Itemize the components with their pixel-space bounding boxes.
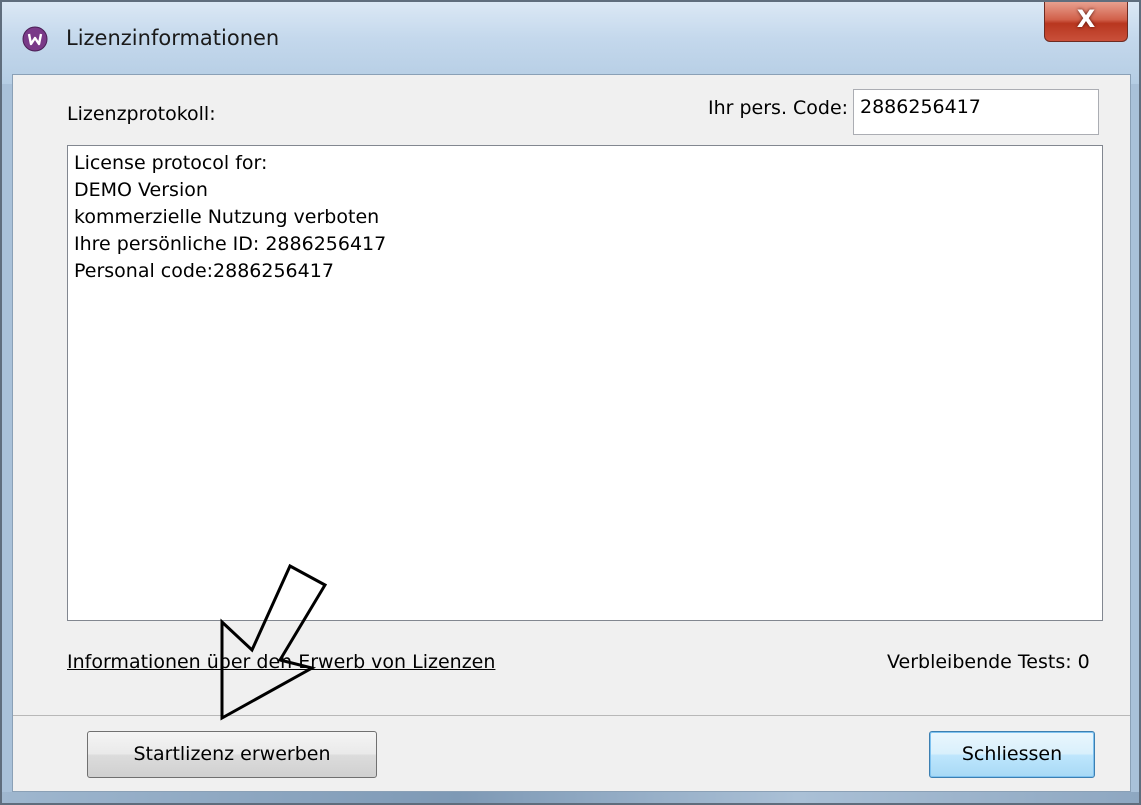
remaining-tests-label: Verbleibende Tests: 0 [887,651,1090,673]
app-logo-icon [22,26,48,52]
protocol-line: kommerzielle Nutzung verboten [74,206,380,228]
protocol-lines: License protocol for: DEMO Version kommerz… [74,150,386,285]
close-icon: X [1076,5,1096,33]
personal-code-field[interactable]: 2886256417 [853,89,1099,135]
license-dialog: Lizenzinformationen X Lizenzprotokoll: I… [0,0,1141,805]
license-protocol-textarea[interactable]: License protocol for: DEMO Version kommerz… [67,145,1103,621]
license-info-link[interactable]: Informationen über den Erwerb von Lizenz… [67,651,495,673]
footer-divider [13,715,1130,716]
close-button[interactable]: Schliessen [929,731,1095,778]
protocol-line: License protocol for: [74,152,268,174]
acquire-start-license-button[interactable]: Startlizenz erwerben [87,731,377,778]
protocol-line: Ihre persönliche ID: 2886256417 [74,233,387,255]
protocol-label: Lizenzprotokoll: [67,103,216,125]
dialog-client-area: Lizenzprotokoll: Ihr pers. Code: 2886256… [12,74,1131,792]
personal-code-label: Ihr pers. Code: [708,97,849,119]
title-bar[interactable]: Lizenzinformationen X [2,2,1139,84]
protocol-line: DEMO Version [74,179,208,201]
window-bottom-frame [2,792,1139,803]
protocol-line: Personal code:2886256417 [74,260,334,282]
close-window-button[interactable]: X [1044,2,1128,42]
window-title: Lizenzinformationen [66,26,280,50]
